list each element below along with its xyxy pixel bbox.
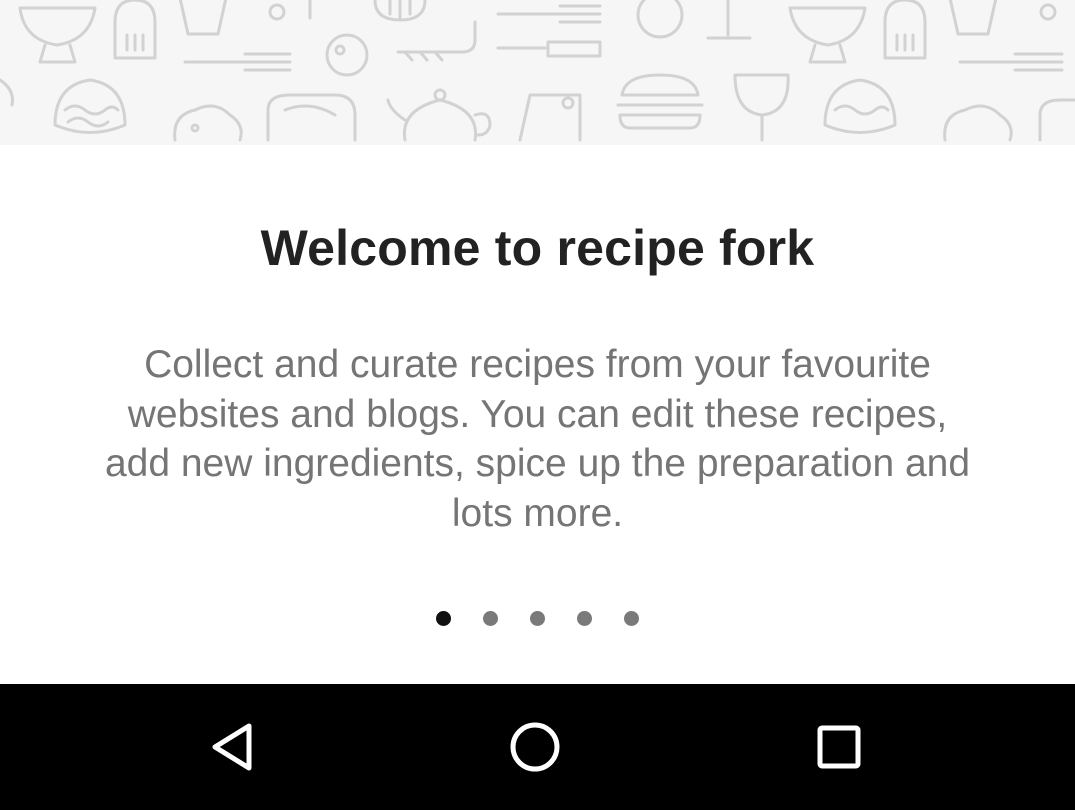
spatula-icon <box>113 0 157 60</box>
skewer-icon <box>396 20 477 62</box>
apple-icon <box>636 0 684 39</box>
spoon-icon <box>268 0 312 21</box>
chicken-icon <box>173 104 243 142</box>
cup-icon <box>178 0 228 36</box>
wine-glass-icon <box>733 73 790 142</box>
fork-icon <box>958 52 1064 72</box>
spatula-icon <box>883 0 927 60</box>
back-button[interactable] <box>202 717 262 777</box>
recents-button[interactable] <box>809 717 869 777</box>
page-dot-1[interactable] <box>436 611 451 626</box>
page-dot-5[interactable] <box>624 611 639 626</box>
home-button[interactable] <box>505 717 565 777</box>
fork-icon <box>183 52 292 72</box>
back-icon <box>212 723 252 771</box>
fork-icon <box>496 4 602 58</box>
welcome-description: Collect and curate recipes from your fav… <box>104 343 971 535</box>
glass-icon <box>706 0 752 40</box>
chicken-icon <box>943 104 1013 142</box>
cleaver-icon <box>518 93 582 142</box>
whisk-icon <box>373 0 427 22</box>
pie-icon <box>53 78 127 134</box>
bowl-icon <box>18 6 97 64</box>
page-dot-3[interactable] <box>530 611 545 626</box>
home-icon <box>510 722 560 772</box>
teapot-icon <box>386 88 492 142</box>
page-dot-4[interactable] <box>577 611 592 626</box>
onboarding-page[interactable]: Welcome to recipe fork Collect and curat… <box>0 145 1075 684</box>
food-pattern-banner <box>0 0 1075 145</box>
cup-icon <box>948 0 998 36</box>
bowl-icon <box>788 6 867 64</box>
pie-icon <box>823 78 897 134</box>
system-navigation-bar <box>0 684 1075 810</box>
page-indicator <box>0 611 1075 626</box>
burger-icon <box>616 73 704 130</box>
steak-icon <box>266 93 357 142</box>
welcome-title: Welcome to recipe fork <box>260 220 815 276</box>
recents-icon <box>817 725 861 769</box>
page-dot-2[interactable] <box>483 611 498 626</box>
